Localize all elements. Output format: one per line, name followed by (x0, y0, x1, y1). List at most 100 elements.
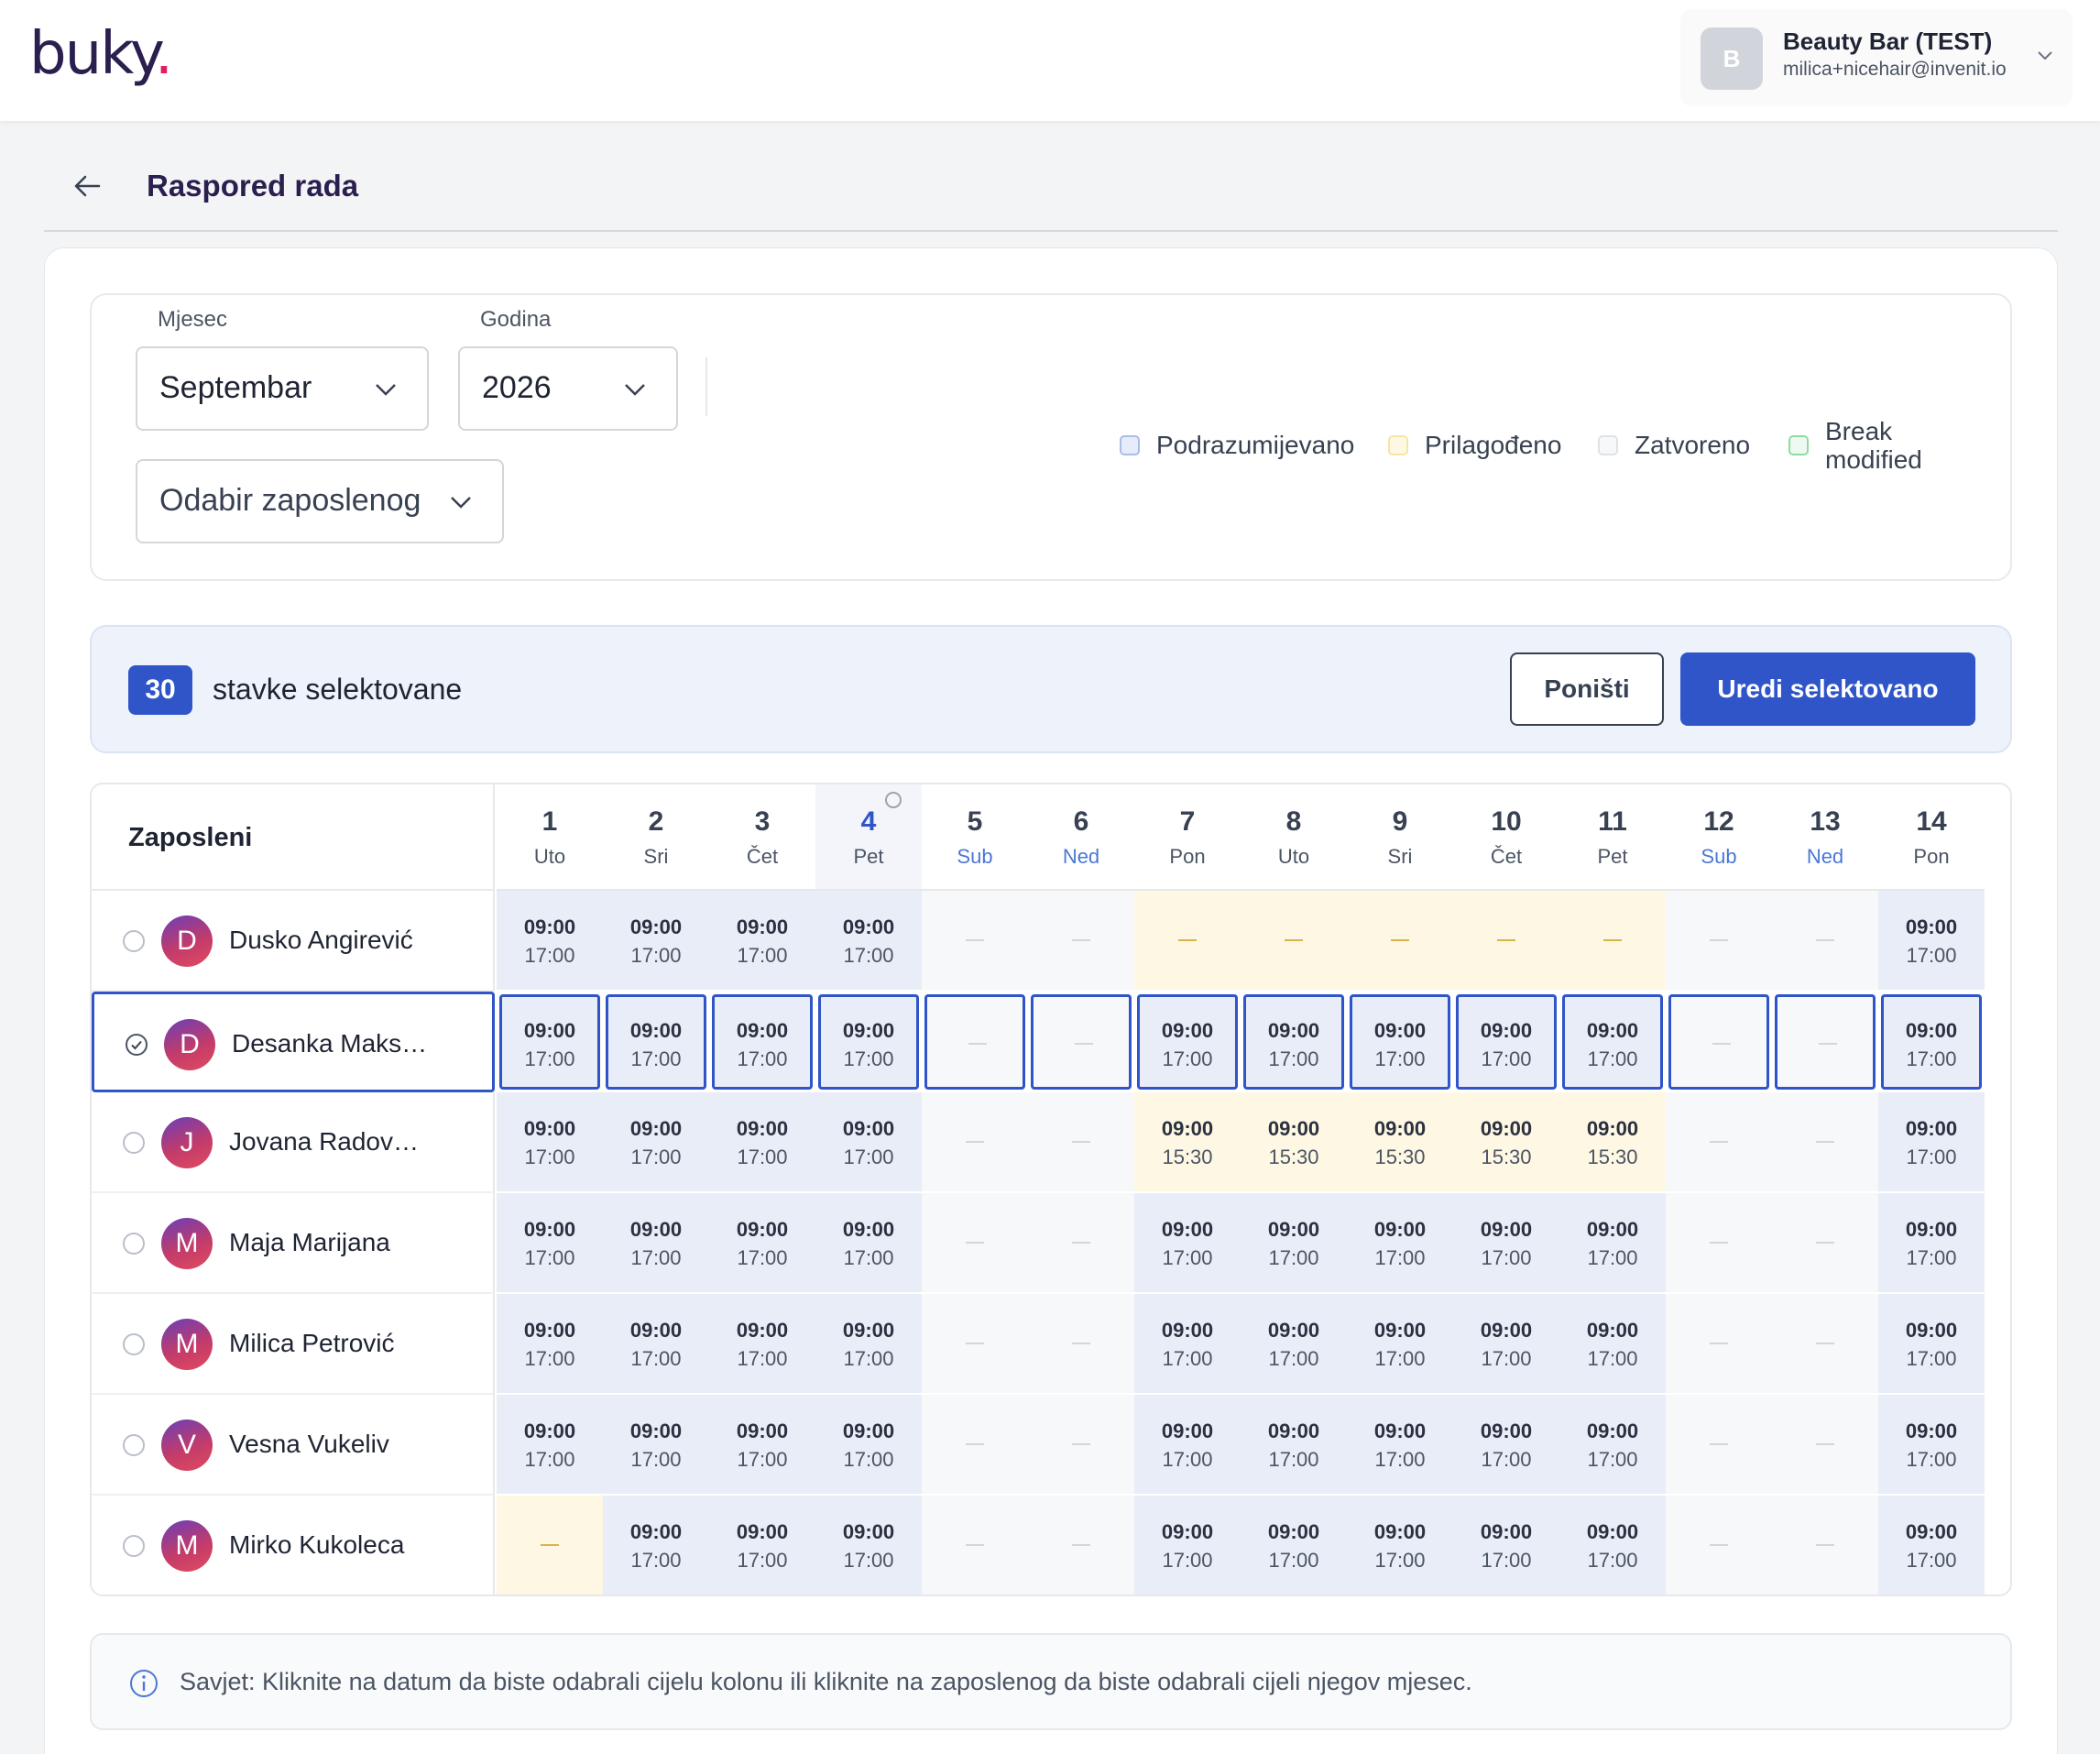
schedule-cell[interactable]: 09:00 17:00 (1134, 1496, 1241, 1595)
schedule-cell[interactable] (924, 994, 1025, 1090)
schedule-cell[interactable]: 09:00 17:00 (1453, 1294, 1559, 1395)
schedule-cell[interactable]: 09:00 17:00 (815, 1496, 922, 1595)
schedule-cell[interactable]: 09:00 17:00 (1347, 1193, 1453, 1294)
schedule-cell[interactable] (1772, 1496, 1878, 1595)
schedule-cell[interactable]: 09:00 17:00 (1559, 1395, 1666, 1496)
schedule-cell[interactable]: 09:00 17:00 (1559, 1294, 1666, 1395)
schedule-cell[interactable]: 09:00 17:00 (603, 1496, 709, 1595)
schedule-cell[interactable]: 09:00 17:00 (712, 994, 813, 1090)
schedule-cell[interactable]: 09:00 17:00 (1241, 1496, 1347, 1595)
schedule-cell[interactable]: 09:00 17:00 (815, 1294, 922, 1395)
schedule-cell[interactable] (1666, 1092, 1772, 1193)
schedule-cell[interactable] (1241, 891, 1347, 992)
schedule-cell[interactable] (922, 1496, 1028, 1595)
day-header-2[interactable]: 2 Sri (603, 784, 709, 891)
schedule-cell[interactable]: 09:00 15:30 (1559, 1092, 1666, 1193)
schedule-cell[interactable] (922, 1193, 1028, 1294)
schedule-cell[interactable]: 09:00 17:00 (603, 891, 709, 992)
day-header-13[interactable]: 13 Ned (1772, 784, 1878, 891)
back-arrow-icon[interactable] (71, 170, 103, 202)
employee-row[interactable]: M Maja Marijana (92, 1193, 495, 1294)
schedule-cell[interactable]: 09:00 17:00 (1881, 994, 1982, 1090)
schedule-cell[interactable]: 09:00 17:00 (1241, 1193, 1347, 1294)
schedule-cell[interactable]: 09:00 17:00 (1878, 1395, 1985, 1496)
day-header-1[interactable]: 1 Uto (497, 784, 603, 891)
radio-icon[interactable] (123, 1535, 145, 1557)
account-switcher[interactable]: B Beauty Bar (TEST) milica+nicehair@inve… (1680, 9, 2073, 106)
schedule-cell[interactable]: 09:00 17:00 (815, 1395, 922, 1496)
day-header-10[interactable]: 10 Čet (1453, 784, 1559, 891)
checked-radio-icon[interactable] (126, 1034, 148, 1056)
schedule-cell[interactable] (922, 1092, 1028, 1193)
schedule-cell[interactable]: 09:00 17:00 (1559, 1193, 1666, 1294)
schedule-cell[interactable]: 09:00 17:00 (603, 1193, 709, 1294)
day-header-5[interactable]: 5 Sub (922, 784, 1028, 891)
schedule-cell[interactable] (1028, 1496, 1134, 1595)
buky-logo[interactable]: buky. (29, 20, 173, 88)
schedule-cell[interactable]: 09:00 17:00 (497, 1092, 603, 1193)
employee-row[interactable]: D Desanka Maks… (92, 992, 495, 1092)
schedule-cell[interactable] (1775, 994, 1876, 1090)
day-header-9[interactable]: 9 Sri (1347, 784, 1453, 891)
day-header-14[interactable]: 14 Pon (1878, 784, 1985, 891)
schedule-cell[interactable]: 09:00 17:00 (1878, 1092, 1985, 1193)
schedule-cell[interactable] (497, 1496, 603, 1595)
schedule-cell[interactable]: 09:00 17:00 (1350, 994, 1450, 1090)
schedule-cell[interactable] (1666, 1496, 1772, 1595)
schedule-cell[interactable]: 09:00 15:30 (1134, 1092, 1241, 1193)
schedule-cell[interactable] (922, 891, 1028, 992)
schedule-cell[interactable]: 09:00 17:00 (1559, 1496, 1666, 1595)
schedule-cell[interactable]: 09:00 17:00 (1453, 1395, 1559, 1496)
day-header-8[interactable]: 8 Uto (1241, 784, 1347, 891)
schedule-cell[interactable] (1666, 891, 1772, 992)
schedule-cell[interactable]: 09:00 17:00 (1243, 994, 1344, 1090)
schedule-cell[interactable] (1559, 891, 1666, 992)
schedule-cell[interactable] (1453, 891, 1559, 992)
schedule-cell[interactable]: 09:00 17:00 (603, 1395, 709, 1496)
schedule-cell[interactable]: 09:00 17:00 (709, 1294, 815, 1395)
schedule-cell[interactable]: 09:00 17:00 (709, 891, 815, 992)
schedule-cell[interactable] (1772, 1294, 1878, 1395)
day-header-11[interactable]: 11 Pet (1559, 784, 1666, 891)
cancel-selection-button[interactable]: Poništi (1510, 652, 1664, 726)
schedule-cell[interactable]: 09:00 17:00 (1456, 994, 1557, 1090)
schedule-cell[interactable]: 09:00 17:00 (1241, 1294, 1347, 1395)
employee-row[interactable]: V Vesna Vukeliv (92, 1395, 495, 1496)
schedule-cell[interactable]: 09:00 17:00 (1241, 1395, 1347, 1496)
edit-selected-button[interactable]: Uredi selektovano (1680, 652, 1975, 726)
schedule-cell[interactable]: 09:00 17:00 (815, 1193, 922, 1294)
schedule-cell[interactable] (1031, 994, 1132, 1090)
radio-icon[interactable] (123, 1333, 145, 1355)
schedule-cell[interactable] (1666, 1193, 1772, 1294)
schedule-cell[interactable] (922, 1395, 1028, 1496)
schedule-cell[interactable]: 09:00 17:00 (818, 994, 919, 1090)
schedule-cell[interactable]: 09:00 17:00 (1878, 1496, 1985, 1595)
schedule-cell[interactable] (1772, 1193, 1878, 1294)
schedule-cell[interactable]: 09:00 17:00 (1134, 1294, 1241, 1395)
radio-icon[interactable] (123, 930, 145, 952)
schedule-cell[interactable] (1772, 891, 1878, 992)
schedule-cell[interactable]: 09:00 17:00 (497, 1395, 603, 1496)
schedule-cell[interactable] (1666, 1395, 1772, 1496)
schedule-cell[interactable]: 09:00 17:00 (497, 891, 603, 992)
schedule-cell[interactable] (1028, 1092, 1134, 1193)
schedule-cell[interactable]: 09:00 17:00 (709, 1496, 815, 1595)
schedule-cell[interactable] (1666, 1294, 1772, 1395)
schedule-cell[interactable]: 09:00 17:00 (603, 1092, 709, 1193)
schedule-cell[interactable]: 09:00 17:00 (1347, 1294, 1453, 1395)
schedule-cell[interactable] (1028, 1193, 1134, 1294)
schedule-cell[interactable]: 09:00 17:00 (603, 1294, 709, 1395)
schedule-cell[interactable]: 09:00 17:00 (1137, 994, 1238, 1090)
schedule-cell[interactable] (1028, 891, 1134, 992)
schedule-cell[interactable] (1028, 1294, 1134, 1395)
schedule-cell[interactable]: 09:00 17:00 (1134, 1193, 1241, 1294)
employee-select[interactable]: Odabir zaposlenog (136, 459, 504, 543)
schedule-cell[interactable]: 09:00 17:00 (1134, 1395, 1241, 1496)
day-header-4[interactable]: 4 Pet (815, 784, 922, 891)
schedule-cell[interactable]: 09:00 17:00 (709, 1395, 815, 1496)
schedule-cell[interactable]: 09:00 17:00 (1878, 1294, 1985, 1395)
day-header-7[interactable]: 7 Pon (1134, 784, 1241, 891)
schedule-cell[interactable] (1134, 891, 1241, 992)
schedule-cell[interactable] (1772, 1092, 1878, 1193)
schedule-cell[interactable]: 09:00 17:00 (497, 1193, 603, 1294)
